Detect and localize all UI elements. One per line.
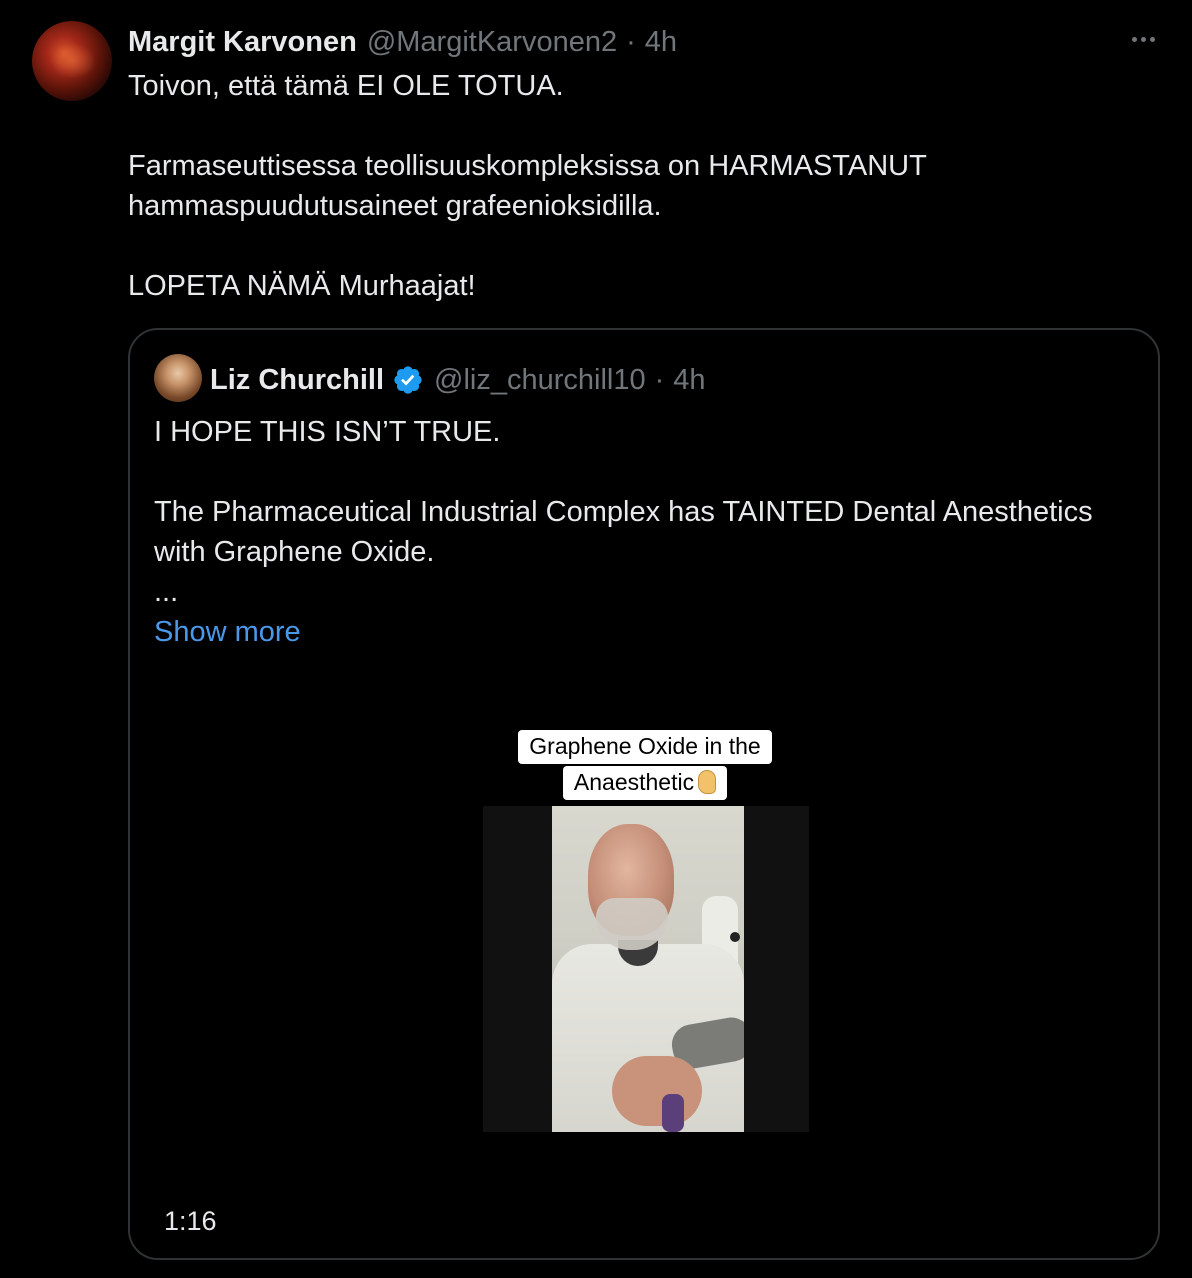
caption-line: Graphene Oxide in the (518, 730, 772, 764)
tweet-text: Toivon, että tämä EI OLE TOTUA. Farmaseu… (128, 66, 1148, 306)
tweet-timestamp[interactable]: 4h (645, 26, 677, 59)
quoted-paragraph: ... (154, 576, 179, 608)
video-duration: 1:16 (164, 1206, 217, 1236)
show-more-link[interactable]: Show more (154, 616, 301, 648)
video-still-image (552, 806, 744, 1132)
quoted-author-handle[interactable]: @liz_churchill10 (434, 364, 646, 397)
tweet-paragraph: Toivon, että tämä EI OLE TOTUA. (128, 70, 564, 102)
tweet[interactable]: Margit Karvonen @MargitKarvonen2 · 4h To… (0, 0, 1192, 1278)
quoted-paragraph: The Pharmaceutical Industrial Complex ha… (154, 496, 1093, 568)
video-thumbnail[interactable] (483, 806, 809, 1132)
separator-dot: · (654, 363, 665, 396)
quoted-tweet[interactable]: Liz Churchill @liz_churchill10 · 4h I HO… (128, 328, 1160, 1260)
separator-dot: · (626, 25, 636, 58)
quoted-author-name[interactable]: Liz Churchill (210, 364, 384, 397)
video-caption: Graphene Oxide in the Anaesthetic (130, 730, 1158, 800)
tweet-paragraph: LOPETA NÄMÄ Murhaajat! (128, 270, 476, 302)
quoted-tweet-timestamp[interactable]: 4h (673, 364, 705, 397)
ear-emoji-icon (698, 770, 717, 794)
more-options-icon[interactable] (1125, 24, 1161, 54)
quoted-tweet-header: Liz Churchill @liz_churchill10 · 4h (210, 360, 706, 400)
author-avatar[interactable] (32, 21, 112, 101)
tweet-paragraph: Farmaseuttisessa teollisuuskompleksissa … (128, 150, 927, 222)
verified-badge-icon (394, 366, 422, 394)
author-name[interactable]: Margit Karvonen (128, 26, 357, 59)
quoted-tweet-text: I HOPE THIS ISN’T TRUE. The Pharmaceutic… (154, 412, 1134, 652)
author-handle[interactable]: @MargitKarvonen2 (367, 26, 617, 59)
caption-text: Anaesthetic (573, 769, 695, 795)
quoted-author-avatar[interactable] (154, 354, 202, 402)
quoted-paragraph: I HOPE THIS ISN’T TRUE. (154, 416, 501, 448)
video-player[interactable]: Graphene Oxide in the Anaesthetic 1:16 (130, 720, 1158, 1258)
tweet-header: Margit Karvonen @MargitKarvonen2 · 4h (128, 22, 677, 62)
caption-line: Anaesthetic (562, 766, 728, 800)
